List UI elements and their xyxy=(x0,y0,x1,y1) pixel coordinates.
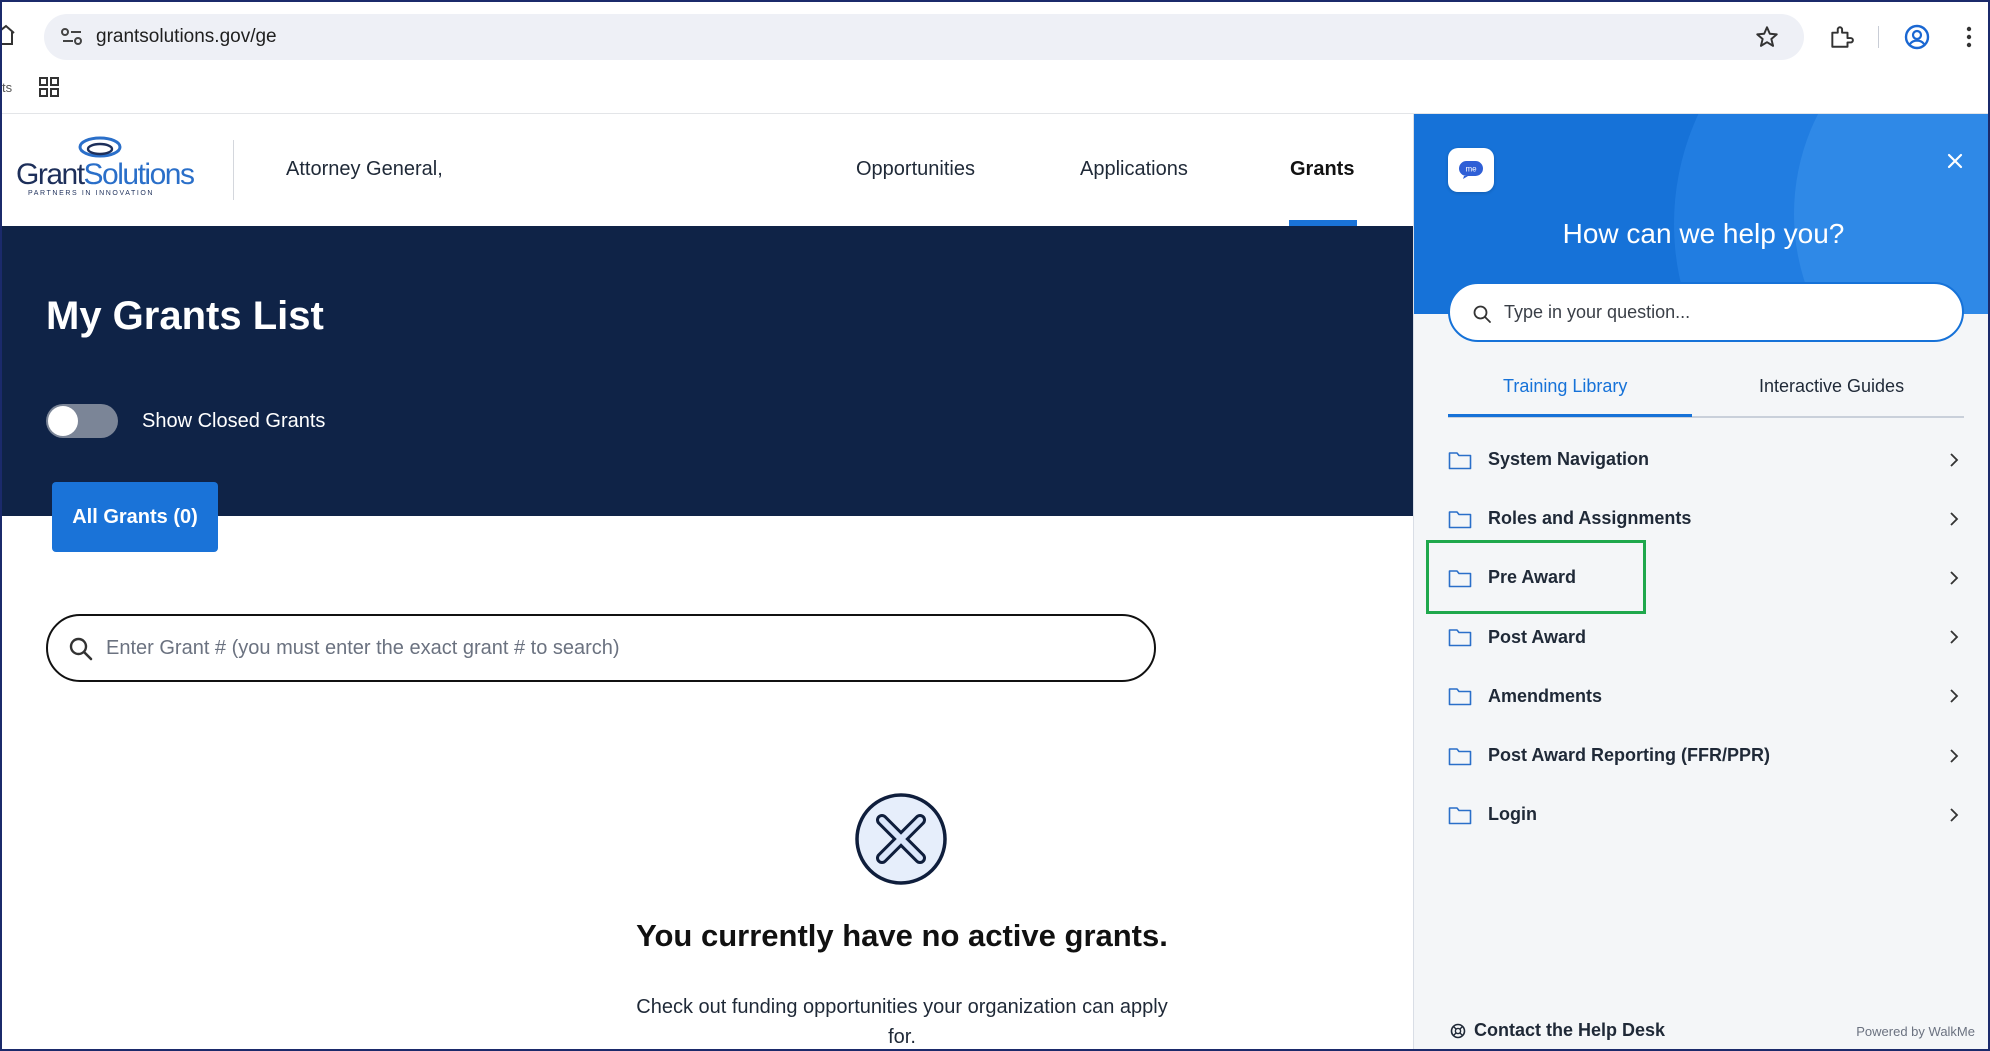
close-icon[interactable] xyxy=(1944,150,1966,172)
walkme-heading: How can we help you? xyxy=(1562,218,1845,249)
walkme-footer: Contact the Help Desk Powered by WalkMe xyxy=(1414,1010,1988,1049)
apps-grid-icon[interactable] xyxy=(38,76,60,98)
address-bar[interactable] xyxy=(44,14,1804,60)
folder-post-award-reporting[interactable]: Post Award Reporting (FFR/PPR) xyxy=(1448,726,1964,785)
nav-grants[interactable]: Grants xyxy=(1290,158,1354,181)
user-name: Attorney General, xyxy=(286,158,443,180)
site-header: GrantSolutions PARTNERS IN INNOVATION At… xyxy=(2,114,1413,226)
browser-chrome: grantsolutions.gov/ge ts xyxy=(2,2,1988,114)
tab-active-indicator xyxy=(1448,414,1692,417)
folder-roles-and-assignments[interactable]: Roles and Assignments xyxy=(1448,489,1964,548)
training-library-list: System Navigation Roles and Assignments … xyxy=(1448,430,1964,844)
toolbar-divider xyxy=(1878,26,1879,48)
folder-icon xyxy=(1448,806,1472,825)
empty-state-title: You currently have no active grants. xyxy=(636,918,1168,953)
folder-label: Post Award Reporting (FFR/PPR) xyxy=(1488,745,1771,766)
tab-all-grants[interactable]: All Grants (0) xyxy=(52,482,218,552)
walkme-tabs: Training Library Interactive Guides xyxy=(1448,362,1964,418)
folder-icon xyxy=(1448,570,1472,588)
walkme-logo-icon: me xyxy=(1459,161,1483,179)
folder-post-award[interactable]: Post Award xyxy=(1448,608,1964,667)
powered-by-walkme: Powered by WalkMe xyxy=(1856,1024,1975,1039)
grant-search-box xyxy=(46,614,1156,682)
chevron-right-icon xyxy=(1950,630,1959,644)
chevron-right-icon xyxy=(1950,452,1959,467)
header-divider xyxy=(233,140,234,200)
site-settings-icon[interactable] xyxy=(60,26,84,48)
folder-amendments[interactable]: Amendments xyxy=(1448,667,1964,726)
folder-label: System Navigation xyxy=(1488,449,1650,470)
contact-help-desk-link[interactable]: Contact the Help Desk xyxy=(1450,1020,1665,1041)
screen: { "browser": { "url": "grantsolutions.go… xyxy=(0,0,1990,1051)
folder-pre-award[interactable]: Pre Award xyxy=(1448,548,1964,607)
empty-state-subtitle: Check out funding opportunities your org… xyxy=(636,996,1168,1048)
bookmark-fragment[interactable]: ts xyxy=(2,80,12,95)
help-desk-label: Contact the Help Desk xyxy=(1474,1020,1666,1040)
folder-label: Amendments xyxy=(1488,685,1603,706)
folder-icon xyxy=(1448,747,1472,765)
folder-system-navigation[interactable]: System Navigation xyxy=(1448,430,1964,489)
tab-interactive-guides[interactable]: Interactive Guides xyxy=(1759,376,1904,397)
show-closed-grants-toggle[interactable] xyxy=(46,404,118,438)
folder-label: Pre Award xyxy=(1488,567,1577,588)
chevron-right-icon xyxy=(1950,748,1959,763)
grantsolutions-logo[interactable]: GrantSolutions PARTNERS IN INNOVATION xyxy=(16,136,195,206)
svg-text:me: me xyxy=(1465,165,1477,174)
toggle-label: Show Closed Grants xyxy=(142,410,326,432)
search-icon xyxy=(1473,305,1491,323)
folder-icon xyxy=(1448,510,1472,529)
walkme-help-panel: me How can we help you? Training Library… xyxy=(1413,114,1988,1049)
logo-text: GrantSolutions xyxy=(16,158,195,191)
nav-applications[interactable]: Applications xyxy=(1080,158,1188,181)
page-title: My Grants List xyxy=(46,294,324,338)
walkme-search-box xyxy=(1448,282,1964,342)
browser-menu-icon[interactable] xyxy=(1962,24,1976,50)
chevron-right-icon xyxy=(1950,571,1959,585)
home-icon[interactable] xyxy=(2,24,16,46)
grants-hero: My Grants List Show Closed Grants All Gr… xyxy=(2,226,1413,552)
grant-search-input[interactable] xyxy=(106,616,1126,680)
bookmark-star-icon[interactable] xyxy=(1754,24,1780,50)
extensions-icon[interactable] xyxy=(1828,24,1854,50)
profile-icon[interactable] xyxy=(1904,24,1930,50)
nav-opportunities[interactable]: Opportunities xyxy=(856,158,975,181)
walkme-logo: me xyxy=(1448,148,1494,192)
folder-icon xyxy=(1448,451,1472,469)
logo-tagline: PARTNERS IN INNOVATION xyxy=(28,190,155,197)
folder-icon xyxy=(1448,688,1472,706)
chevron-right-icon xyxy=(1950,689,1959,703)
folder-icon xyxy=(1448,629,1472,647)
chevron-right-icon xyxy=(1950,512,1959,526)
no-results-x-icon xyxy=(855,793,947,885)
folder-login[interactable]: Login xyxy=(1448,785,1964,844)
url-text[interactable]: grantsolutions.gov/ge xyxy=(96,25,277,49)
folder-label: Roles and Assignments xyxy=(1488,508,1692,529)
chevron-right-icon xyxy=(1950,808,1959,822)
folder-label: Login xyxy=(1488,804,1537,825)
folder-label: Post Award xyxy=(1488,626,1587,647)
toggle-knob xyxy=(48,406,78,436)
walkme-search-input[interactable] xyxy=(1504,284,1944,340)
search-icon xyxy=(69,637,93,661)
tab-training-library[interactable]: Training Library xyxy=(1503,376,1627,397)
help-desk-icon xyxy=(1450,1023,1466,1038)
